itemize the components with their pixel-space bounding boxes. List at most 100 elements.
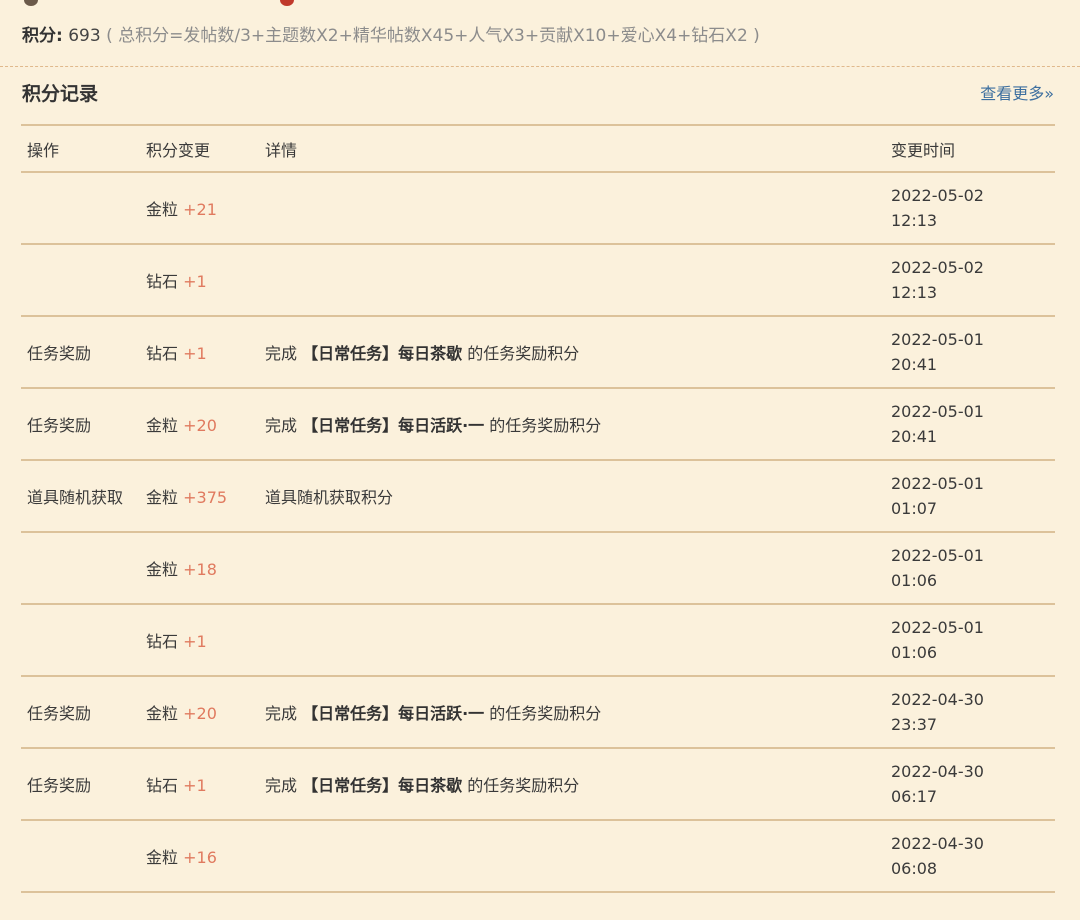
points-amount: +1 (183, 776, 207, 795)
detail-cell (259, 532, 885, 604)
change-time-cell: 2022-05-02 12:13 (885, 172, 1055, 244)
change-clock-time: 06:08 (891, 859, 938, 878)
points-amount: +20 (183, 416, 217, 435)
points-amount: +1 (183, 272, 207, 291)
points-amount: +375 (183, 488, 228, 507)
score-label: 积分: (22, 26, 63, 46)
detail-cell: 完成 【日常任务】每日活跃·一 的任务奖励积分 (259, 676, 885, 748)
top-strip (0, 0, 1080, 10)
change-date: 2022-04-30 (891, 834, 984, 853)
section-title: 积分记录 (22, 83, 99, 105)
points-change-cell: 金粒 +20 (140, 388, 259, 460)
column-header-points-change: 积分变更 (146, 140, 211, 160)
detail-task-name: 【日常任务】每日茶歇 (302, 344, 463, 363)
change-clock-time: 20:41 (891, 355, 938, 374)
table-header-row: 操作 积分变更 详情 变更时间 (21, 125, 1055, 172)
operation-cell: 任务奖励 (27, 704, 92, 723)
points-type: 金粒 (146, 704, 179, 723)
badge-icon (280, 0, 294, 6)
change-time-cell: 2022-05-01 01:06 (885, 604, 1055, 676)
operation-cell (21, 604, 140, 676)
change-time-cell: 2022-04-30 23:37 (885, 676, 1055, 748)
points-amount: +20 (183, 704, 217, 723)
change-date: 2022-05-01 (891, 546, 984, 565)
change-time-cell: 2022-04-30 06:08 (885, 820, 1055, 892)
change-date: 2022-05-02 (891, 186, 984, 205)
change-clock-time: 12:13 (891, 211, 938, 230)
detail-task-name: 【日常任务】每日活跃·一 (302, 704, 485, 723)
avatar-icon (24, 0, 38, 6)
dashed-divider (0, 66, 1080, 67)
points-amount: +1 (183, 632, 207, 651)
points-amount: +1 (183, 344, 207, 363)
points-type: 钻石 (146, 776, 179, 795)
detail-suffix: 的任务奖励积分 (484, 416, 602, 435)
score-value: 693 (68, 26, 101, 46)
points-change-cell: 金粒 +16 (140, 820, 259, 892)
change-clock-time: 20:41 (891, 427, 938, 446)
points-amount: +18 (183, 560, 217, 579)
change-date: 2022-04-30 (891, 762, 984, 781)
table-row: 任务奖励 钻石 +1 完成 【日常任务】每日茶歇 的任务奖励积分 2022-05-01… (21, 316, 1055, 388)
change-time-cell: 2022-04-30 06:17 (885, 748, 1055, 820)
table-row: 金粒 +16 2022-04-30 06:08 (21, 820, 1055, 892)
change-clock-time: 23:37 (891, 715, 938, 734)
table-row: 任务奖励 钻石 +1 完成 【日常任务】每日茶歇 的任务奖励积分 2022-04-30… (21, 748, 1055, 820)
detail-prefix: 道具随机获取积分 (265, 488, 394, 507)
table-row: 金粒 +18 2022-05-01 01:06 (21, 532, 1055, 604)
points-change-cell: 钻石 +1 (140, 244, 259, 316)
operation-cell: 任务奖励 (27, 776, 92, 795)
change-date: 2022-04-30 (891, 690, 984, 709)
operation-cell: 任务奖励 (27, 344, 92, 363)
change-clock-time: 01:07 (891, 499, 938, 518)
points-type: 钻石 (146, 344, 179, 363)
detail-cell (259, 244, 885, 316)
change-date: 2022-05-02 (891, 258, 984, 277)
table-row: 钻石 +1 2022-05-01 01:06 (21, 604, 1055, 676)
change-time-cell: 2022-05-01 20:41 (885, 388, 1055, 460)
points-amount: +16 (183, 848, 217, 867)
change-clock-time: 12:13 (891, 283, 938, 302)
points-type: 金粒 (146, 848, 179, 867)
column-header-change-time: 变更时间 (891, 140, 956, 160)
table-row: 钻石 +1 2022-05-02 12:13 (21, 244, 1055, 316)
operation-cell: 道具随机获取 (27, 488, 124, 507)
column-header-operation: 操作 (27, 140, 60, 160)
table-row: 任务奖励 金粒 +20 完成 【日常任务】每日活跃·一 的任务奖励积分 2022-04… (21, 676, 1055, 748)
operation-cell (21, 172, 140, 244)
change-time-cell: 2022-05-01 01:06 (885, 532, 1055, 604)
view-more-link[interactable]: 查看更多» (980, 80, 1054, 108)
detail-suffix: 的任务奖励积分 (484, 704, 602, 723)
detail-prefix: 完成 (265, 344, 303, 363)
score-summary: 积分: 693 ( 总积分=发帖数/3+主题数X2+精华帖数X45+人气X3+贡… (22, 22, 760, 50)
column-header-details: 详情 (265, 140, 298, 160)
operation-cell (21, 244, 140, 316)
points-change-cell: 钻石 +1 (140, 316, 259, 388)
operation-cell: 任务奖励 (27, 416, 92, 435)
points-amount: +21 (183, 200, 217, 219)
change-date: 2022-05-01 (891, 474, 984, 493)
detail-cell: 道具随机获取积分 (259, 460, 885, 532)
table-row: 金粒 +21 2022-05-02 12:13 (21, 172, 1055, 244)
change-clock-time: 01:06 (891, 571, 938, 590)
points-change-cell: 金粒 +21 (140, 172, 259, 244)
detail-cell: 完成 【日常任务】每日茶歇 的任务奖励积分 (259, 748, 885, 820)
points-type: 钻石 (146, 632, 179, 651)
points-change-cell: 金粒 +18 (140, 532, 259, 604)
table-row: 道具随机获取 金粒 +375 道具随机获取积分 2022-05-01 01:07 (21, 460, 1055, 532)
detail-cell (259, 604, 885, 676)
points-type: 钻石 (146, 272, 179, 291)
detail-suffix: 的任务奖励积分 (462, 344, 580, 363)
change-clock-time: 01:06 (891, 643, 938, 662)
score-formula: ( 总积分=发帖数/3+主题数X2+精华帖数X45+人气X3+贡献X10+爱心X… (106, 26, 760, 46)
detail-prefix: 完成 (265, 416, 303, 435)
detail-cell (259, 820, 885, 892)
detail-cell (259, 172, 885, 244)
change-time-cell: 2022-05-01 01:07 (885, 460, 1055, 532)
change-time-cell: 2022-05-01 20:41 (885, 316, 1055, 388)
change-clock-time: 06:17 (891, 787, 938, 806)
table-row: 任务奖励 金粒 +20 完成 【日常任务】每日活跃·一 的任务奖励积分 2022-05… (21, 388, 1055, 460)
detail-task-name: 【日常任务】每日活跃·一 (302, 416, 485, 435)
detail-prefix: 完成 (265, 776, 303, 795)
points-records-table: 操作 积分变更 详情 变更时间 金粒 +21 2022-05-02 12:13 钻石 … (21, 124, 1055, 893)
